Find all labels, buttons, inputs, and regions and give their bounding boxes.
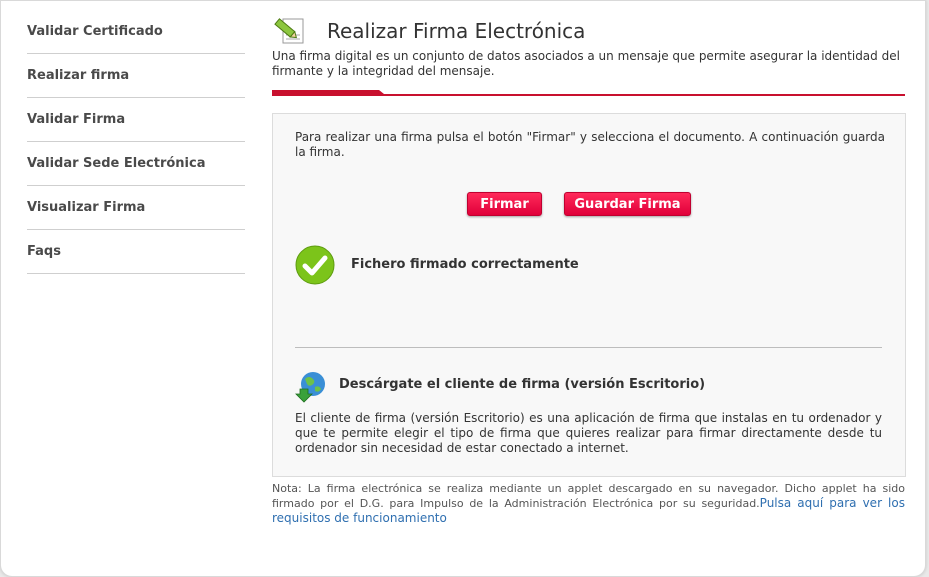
sidebar-item-realizar-firma[interactable]: Realizar firma (27, 54, 245, 98)
sidebar-nav: Validar Certificado Realizar firma Valid… (27, 10, 245, 274)
instructions-text: Para realizar una firma pulsa el botón "… (295, 130, 885, 159)
page-title: Realizar Firma Electrónica (327, 19, 586, 43)
sign-button[interactable]: Firmar (467, 192, 542, 216)
sidebar-item-validar-sede[interactable]: Validar Sede Electrónica (27, 142, 245, 186)
intro-text: Una firma digital es un conjunto de dato… (272, 49, 900, 78)
sidebar-item-visualizar-firma[interactable]: Visualizar Firma (27, 186, 245, 230)
success-check-icon (295, 245, 335, 285)
title-underline (272, 90, 905, 96)
sidebar-item-faqs[interactable]: Faqs (27, 230, 245, 274)
signing-panel: Para realizar una firma pulsa el botón "… (272, 113, 906, 477)
status-message: Fichero firmado correctamente (351, 257, 579, 272)
sidebar-item-validar-firma[interactable]: Validar Firma (27, 98, 245, 142)
download-client-title: Descárgate el cliente de firma (versión … (339, 377, 706, 392)
globe-download-icon (295, 372, 325, 403)
section-divider (295, 347, 882, 348)
sidebar-item-validar-certificado[interactable]: Validar Certificado (27, 10, 245, 54)
footer-note: Nota: La firma electrónica se realiza me… (272, 481, 905, 526)
download-client-description: El cliente de firma (versión Escritorio)… (295, 411, 882, 455)
page-frame: Validar Certificado Realizar firma Valid… (0, 0, 926, 577)
sign-document-icon (274, 18, 304, 44)
save-signature-button[interactable]: Guardar Firma (564, 192, 691, 216)
